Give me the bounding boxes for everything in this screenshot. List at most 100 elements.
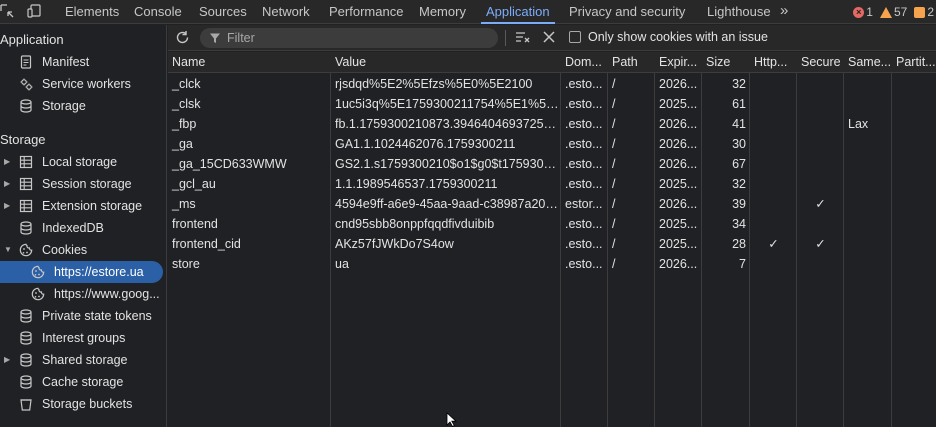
column-header[interactable]: Dom... bbox=[561, 52, 608, 73]
sidebar-item-indexeddb[interactable]: IndexedDB bbox=[0, 217, 167, 239]
collapse-arrow-icon[interactable]: ▶ bbox=[4, 151, 10, 173]
table-cell: _ga_15CD633WMW bbox=[172, 157, 287, 171]
table-cell bbox=[797, 154, 844, 174]
table-cell: 28 bbox=[732, 237, 746, 251]
column-header[interactable]: Expir... bbox=[655, 52, 702, 73]
tab-privacy-and-security[interactable]: Privacy and security bbox=[569, 0, 685, 24]
sidebar-item-manifest[interactable]: Manifest bbox=[0, 51, 167, 73]
refresh-icon[interactable] bbox=[175, 30, 190, 45]
table-cell: .esto... bbox=[565, 177, 603, 191]
sidebar-item-label: https://www.goog... bbox=[54, 287, 160, 301]
collapse-arrow-icon[interactable]: ▶ bbox=[4, 349, 10, 371]
more-tabs-icon[interactable]: » bbox=[780, 2, 788, 19]
sidebar-item-storage-buckets[interactable]: Storage buckets bbox=[0, 393, 167, 415]
column-header[interactable]: Name bbox=[168, 52, 331, 73]
table-row[interactable]: store ua .esto... / 2026... 7 bbox=[168, 254, 936, 274]
filter-input[interactable] bbox=[227, 30, 487, 46]
sidebar-item-label: Interest groups bbox=[42, 331, 126, 345]
database-icon bbox=[20, 309, 32, 323]
table-row[interactable]: _clck rjsdqd%5E2%5Efzs%5E0%5E2100 .esto...… bbox=[168, 74, 936, 94]
tab-lighthouse[interactable]: Lighthouse bbox=[707, 0, 771, 24]
sidebar-item-private-state-tokens[interactable]: Private state tokens bbox=[0, 305, 167, 327]
sidebar-item-storage[interactable]: Storage bbox=[0, 95, 167, 117]
table-cell: cnd95sbb8onppfqqdfivduibib bbox=[335, 217, 495, 231]
table-cell: 32 bbox=[732, 177, 746, 191]
table-row[interactable]: _ms 4594e9ff-a6e9-45aa-9aad-c38987a20afe e… bbox=[168, 194, 936, 214]
sidebar-section-storage[interactable]: Storage bbox=[0, 132, 46, 147]
sidebar-item-label: https://estore.ua bbox=[54, 265, 144, 279]
table-cell: / bbox=[612, 197, 616, 211]
tab-memory[interactable]: Memory bbox=[419, 0, 466, 24]
toolbar-divider bbox=[505, 30, 506, 46]
warning-icon bbox=[879, 6, 892, 18]
sidebar-item-cache-storage[interactable]: Cache storage bbox=[0, 371, 167, 393]
table-cell bbox=[797, 74, 844, 94]
column-header[interactable]: Path bbox=[608, 52, 655, 73]
table-cell: .esto... bbox=[565, 117, 603, 131]
sidebar-item-www-goog[interactable]: https://www.goog... bbox=[0, 283, 167, 305]
sidebar-item-shared-storage[interactable]: ▶ Shared storage bbox=[0, 349, 167, 371]
bucket-icon bbox=[20, 399, 32, 411]
table-row[interactable]: frontend cnd95sbb8onppfqqdfivduibib .esto.… bbox=[168, 214, 936, 234]
column-header[interactable]: Secure bbox=[797, 52, 844, 73]
tab-network[interactable]: Network bbox=[262, 0, 310, 24]
table-row[interactable]: _fbp fb.1.1759300210873.394640469372535..… bbox=[168, 114, 936, 134]
column-header[interactable]: Value bbox=[331, 52, 561, 73]
device-toolbar-icon[interactable] bbox=[27, 4, 41, 18]
only-issues-checkbox[interactable] bbox=[569, 31, 581, 43]
tab-performance[interactable]: Performance bbox=[329, 0, 403, 24]
counters[interactable]: × 1 57 2 bbox=[849, 0, 936, 24]
clear-filtered-cookies-icon[interactable] bbox=[515, 30, 531, 45]
delete-selected-icon[interactable] bbox=[543, 31, 555, 43]
tab-elements[interactable]: Elements bbox=[65, 0, 119, 24]
sidebar-item-label: Storage buckets bbox=[42, 397, 133, 411]
sidebar-item-cookies[interactable]: ▼ Cookies bbox=[0, 239, 167, 261]
sidebar-item-local-storage[interactable]: ▶ Local storage bbox=[0, 151, 167, 173]
table-row[interactable]: _gcl_au 1.1.1989546537.1759300211 .esto...… bbox=[168, 174, 936, 194]
column-header[interactable]: Same... bbox=[844, 52, 892, 73]
table-cell bbox=[844, 154, 892, 174]
table-header: Name Value Dom... Path Expir... Size Http... Se… bbox=[168, 52, 936, 73]
column-header[interactable]: Http... bbox=[750, 52, 797, 73]
table-row[interactable]: _ga_15CD633WMW GS2.1.s1759300210$o1$g0$t1… bbox=[168, 154, 936, 174]
sidebar-item-extension-storage[interactable]: ▶ Extension storage bbox=[0, 195, 167, 217]
tab-application[interactable]: Application bbox=[481, 0, 555, 24]
table-cell: 2026... bbox=[659, 157, 698, 171]
tab-console[interactable]: Console bbox=[134, 0, 182, 24]
table-row[interactable]: frontend_cid AKz57fJWkDo7S4ow .esto... / 202… bbox=[168, 234, 936, 254]
sidebar-section-application[interactable]: Application bbox=[0, 32, 64, 47]
sidebar-item-label: Cookies bbox=[42, 243, 88, 257]
table-row[interactable]: _clsk 1uc5i3q%5E1759300211754%5E1%5E1....… bbox=[168, 94, 936, 114]
table-cell bbox=[892, 74, 936, 94]
column-header[interactable]: Partit... bbox=[892, 52, 936, 73]
issues-badge[interactable]: 2 bbox=[914, 5, 934, 19]
collapse-arrow-icon[interactable]: ▶ bbox=[4, 195, 10, 217]
collapse-arrow-icon[interactable]: ▶ bbox=[4, 173, 10, 195]
sidebar-item-estore-ua[interactable]: https://estore.ua bbox=[0, 261, 163, 283]
warnings-badge[interactable]: 57 bbox=[879, 5, 907, 19]
table-cell: 34 bbox=[732, 217, 746, 231]
table-cell: 2026... bbox=[659, 117, 698, 131]
table-cell: 61 bbox=[732, 97, 746, 111]
table-cell: _fbp bbox=[172, 117, 197, 131]
tab-sources[interactable]: Sources bbox=[199, 0, 247, 24]
table-cell: 4594e9ff-a6e9-45aa-9aad-c38987a20afe bbox=[335, 197, 561, 211]
table-cell bbox=[892, 134, 936, 154]
filter-icon bbox=[210, 33, 220, 43]
table-cell: 67 bbox=[732, 157, 746, 171]
sidebar-item-service-workers[interactable]: Service workers bbox=[0, 73, 167, 95]
filter-box[interactable] bbox=[200, 28, 498, 48]
table-row[interactable]: _ga GA1.1.1024462076.1759300211 .esto... / 2… bbox=[168, 134, 936, 154]
table-cell bbox=[844, 94, 892, 114]
table-cell: _clck bbox=[172, 77, 201, 91]
expand-arrow-icon[interactable]: ▼ bbox=[4, 239, 12, 261]
table-cell bbox=[797, 174, 844, 194]
sidebar-item-interest-groups[interactable]: Interest groups bbox=[0, 327, 167, 349]
errors-badge[interactable]: × 1 bbox=[853, 5, 873, 19]
inspect-element-icon[interactable] bbox=[0, 4, 14, 18]
column-header[interactable]: Size bbox=[702, 52, 750, 73]
grid-icon bbox=[19, 199, 33, 213]
sidebar-item-session-storage[interactable]: ▶ Session storage bbox=[0, 173, 167, 195]
database-icon bbox=[20, 331, 32, 345]
cookie-icon bbox=[19, 243, 33, 257]
